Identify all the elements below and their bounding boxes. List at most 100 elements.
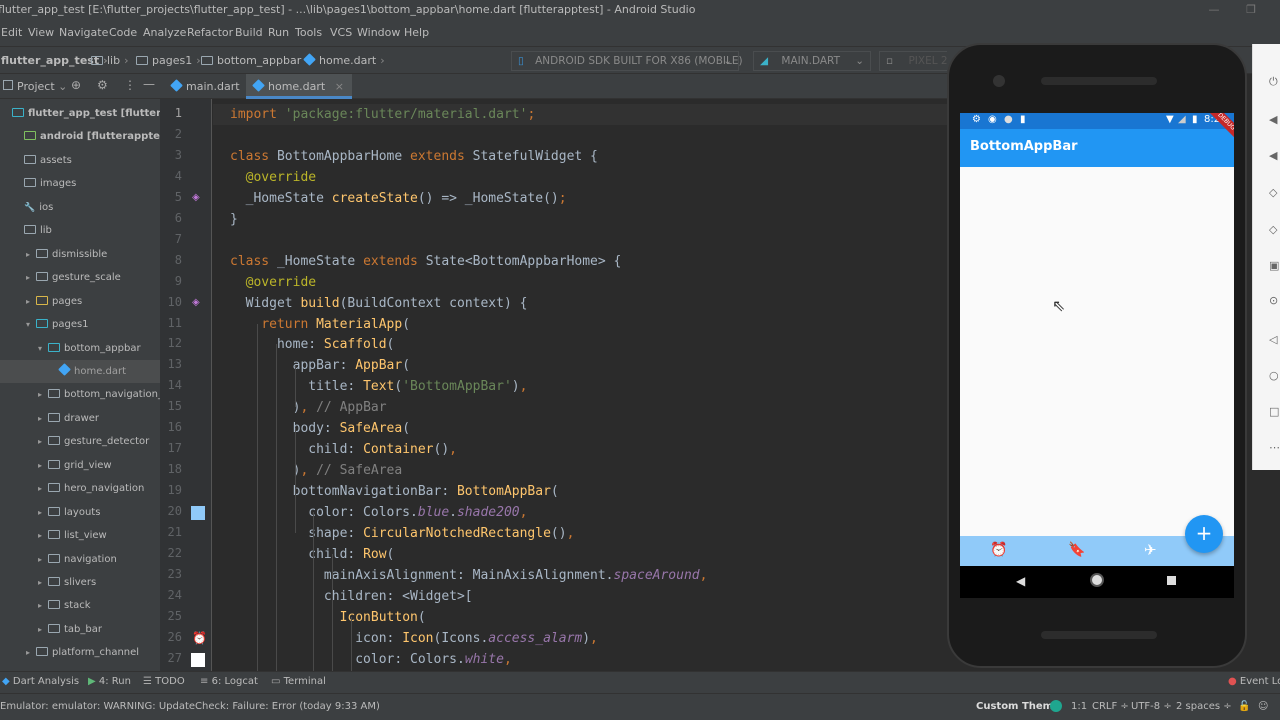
chevron-right-icon[interactable]: ▸ — [26, 641, 36, 664]
file-encoding[interactable]: UTF-8 ÷ — [1131, 701, 1172, 712]
code-line[interactable]: color: Colors.white, — [230, 649, 512, 670]
code-line[interactable]: Widget build(BuildContext context) { — [230, 293, 528, 314]
indent-setting[interactable]: 2 spaces ÷ — [1176, 701, 1232, 712]
rotate-right-icon[interactable]: ◇ — [1269, 224, 1280, 236]
alarm-icon[interactable]: ⏰ — [990, 542, 1007, 558]
airplane-icon[interactable]: ✈ — [1144, 541, 1157, 559]
emulator-screen[interactable]: ⚙ ◉ ● ▮ ▼ ◢ ▮ 8:23 BottomAppBar DEBUG ⇖ … — [960, 113, 1234, 566]
tool-terminal[interactable]: ▭ Terminal — [271, 676, 326, 687]
menu-navigate[interactable]: Navigate — [59, 26, 108, 39]
volume-down-icon[interactable]: ◀ — [1269, 150, 1280, 162]
chevron-right-icon[interactable]: ▸ — [38, 594, 48, 617]
menu-tools[interactable]: Tools — [295, 26, 322, 39]
code-line[interactable]: icon: Icon(Icons.access_alarm), — [230, 628, 598, 649]
notification-icon[interactable]: ☺ — [1258, 701, 1268, 712]
breadcrumb-pages1[interactable]: pages1 › — [136, 54, 201, 67]
code-line[interactable]: import 'package:flutter/material.dart'; — [230, 104, 535, 125]
tree-item[interactable]: ▸ gesture_detector — [0, 430, 160, 453]
menu-code[interactable]: Code — [109, 26, 137, 39]
hide-panel-icon[interactable]: — — [143, 77, 155, 91]
tree-item[interactable]: ▸ tab_bar — [0, 618, 160, 641]
chevron-right-icon[interactable]: ▸ — [38, 383, 48, 406]
chevron-right-icon[interactable]: ▸ — [26, 266, 36, 289]
chevron-right-icon[interactable]: ▸ — [38, 430, 48, 453]
chevron-right-icon[interactable]: ▸ — [38, 524, 48, 547]
tool-run[interactable]: ▶ 4: Run — [88, 676, 131, 687]
chevron-right-icon[interactable]: ▸ — [38, 548, 48, 571]
chevron-right-icon[interactable]: ▸ — [38, 618, 48, 641]
minimize-button[interactable]: — — [1203, 0, 1225, 20]
overview-icon[interactable]: □ — [1269, 406, 1280, 418]
menu-build[interactable]: Build — [235, 26, 263, 39]
power-icon[interactable]: ⏻ — [1269, 76, 1280, 88]
code-line[interactable]: @override — [230, 167, 316, 188]
tree-item[interactable]: 🔧 ios — [0, 196, 160, 219]
code-line[interactable]: class _HomeState extends State<BottomApp… — [230, 251, 621, 272]
more-icon[interactable]: ⋯ — [1269, 442, 1280, 454]
locate-icon[interactable]: ⊕ — [71, 78, 81, 92]
chevron-right-icon[interactable]: ▾ — [26, 313, 36, 336]
avd-selector[interactable]: ▫ PIXEL 2... — [879, 51, 947, 71]
status-message[interactable]: Emulator: emulator: WARNING: UpdateCheck… — [0, 701, 380, 712]
code-editor[interactable]: import 'package:flutter/material.dart'; c… — [213, 99, 950, 671]
code-line[interactable]: _HomeState createState() => _HomeState()… — [230, 188, 567, 209]
lock-icon[interactable]: 🔓 — [1238, 701, 1250, 712]
override-marker-icon[interactable]: ◈ — [192, 192, 204, 204]
tool-logcat[interactable]: ≡ 6: Logcat — [200, 676, 258, 687]
code-line[interactable]: } — [230, 209, 238, 230]
chevron-right-icon[interactable]: ▸ — [38, 454, 48, 477]
breadcrumb-lib[interactable]: lib › — [91, 54, 129, 67]
tree-item[interactable]: ▸ hero_navigation — [0, 477, 160, 500]
chevron-right-icon[interactable]: ▾ — [38, 337, 48, 360]
tool-event-log[interactable]: ● Event Log — [1228, 676, 1280, 687]
tree-item[interactable]: ▸ grid_view — [0, 454, 160, 477]
tree-item[interactable]: ▸ pages — [0, 290, 160, 313]
line-separator[interactable]: CRLF ÷ — [1092, 701, 1129, 712]
tool-todo[interactable]: ☰ TODO — [143, 676, 185, 687]
code-line[interactable]: home: Scaffold( — [230, 334, 394, 355]
recents-square-icon[interactable] — [1167, 576, 1176, 585]
code-line[interactable]: children: <Widget>[ — [230, 586, 473, 607]
tree-item[interactable]: images — [0, 172, 160, 195]
floating-action-button[interactable]: + — [1185, 515, 1223, 553]
tree-item[interactable]: ▸ stack — [0, 594, 160, 617]
tree-item[interactable]: home.dart — [0, 359, 160, 383]
menu-analyze[interactable]: Analyze — [143, 26, 186, 39]
tree-item[interactable]: ▸ layouts — [0, 501, 160, 524]
tree-item[interactable]: ▸ slivers — [0, 571, 160, 594]
tree-item[interactable]: ▸ dismissible — [0, 243, 160, 266]
back-icon[interactable]: ◁ — [1269, 334, 1280, 346]
tree-item[interactable]: ▸ drawer — [0, 407, 160, 430]
tree-item[interactable]: lib — [0, 219, 160, 242]
project-view-selector[interactable]: Project ⌄ — [17, 80, 67, 93]
menu-edit[interactable]: Edit — [1, 26, 22, 39]
tree-item[interactable]: ▾ bottom_appbar — [0, 337, 160, 360]
tree-item[interactable]: ▸ platform_channel — [0, 641, 160, 664]
tree-item[interactable]: ▸ navigation — [0, 548, 160, 571]
run-config-selector[interactable]: ◢ MAIN.DART ⌄ — [753, 51, 871, 71]
home-circle-icon[interactable] — [1090, 573, 1104, 587]
chevron-right-icon[interactable]: ▸ — [26, 290, 36, 313]
menu-vcs[interactable]: VCS — [330, 26, 352, 39]
maximize-button[interactable]: ❐ — [1240, 0, 1262, 20]
chevron-right-icon[interactable]: ▸ — [26, 243, 36, 266]
bookmark-icon[interactable]: 🔖 — [1068, 542, 1085, 558]
back-triangle-icon[interactable]: ◀ — [1016, 574, 1025, 588]
tool-dart-analysis[interactable]: ◆ Dart Analysis — [2, 676, 79, 687]
code-line[interactable]: child: Container(), — [230, 439, 457, 460]
theme-indicator[interactable]: Custom Theme — [976, 701, 1060, 712]
breadcrumb-home-dart[interactable]: home.dart › — [303, 53, 385, 67]
code-line[interactable]: mainAxisAlignment: MainAxisAlignment.spa… — [230, 565, 708, 586]
volume-up-icon[interactable]: ◀ — [1269, 114, 1280, 126]
chevron-right-icon[interactable]: ▸ — [38, 407, 48, 430]
menu-run[interactable]: Run — [268, 26, 289, 39]
chevron-right-icon[interactable]: ▸ — [38, 477, 48, 500]
caret-position[interactable]: 1:1 — [1071, 701, 1087, 712]
tree-item[interactable]: android [flutterapptest_android] — [0, 125, 160, 148]
code-line[interactable]: class BottomAppbarHome extends StatefulW… — [230, 146, 598, 167]
alarm-icon[interactable]: ⏰ — [192, 632, 207, 644]
code-line[interactable]: shape: CircularNotchedRectangle(), — [230, 523, 574, 544]
tab-home-dart[interactable]: home.dart × — [246, 74, 352, 99]
tree-item[interactable]: ▾ pages1 — [0, 313, 160, 336]
code-line[interactable]: color: Colors.blue.shade200, — [230, 502, 527, 523]
